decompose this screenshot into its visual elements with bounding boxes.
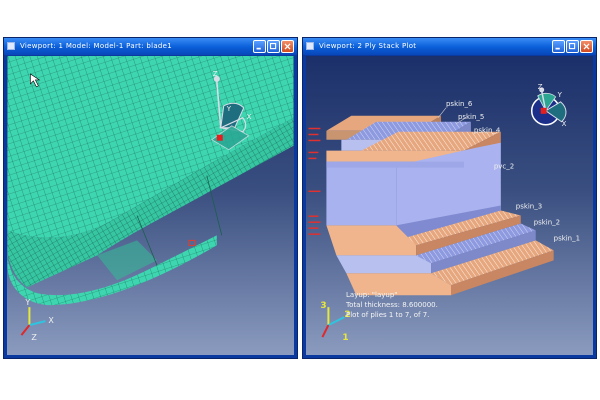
viewport-1-window[interactable]: Viewport: 1 Model: Model-1 Part: blade1: [3, 37, 298, 359]
window-icon[interactable]: [306, 42, 314, 50]
ply-label-pskin_4: pskin_4: [474, 127, 501, 135]
minimize-button[interactable]: [552, 40, 565, 53]
window-icon[interactable]: [7, 42, 15, 50]
close-icon: [583, 43, 590, 50]
ply-label-pskin_5: pskin_5: [458, 113, 484, 121]
ply-label-pvc_2: pvc_2: [494, 163, 514, 171]
plies-plotted: Plot of plies 1 to 7, of 7.: [346, 311, 430, 319]
close-icon: [284, 43, 291, 50]
ply-label-pskin_1: pskin_1: [554, 234, 580, 242]
maximize-icon: [269, 42, 277, 50]
ply-label-pskin_2: pskin_2: [534, 218, 560, 226]
triad-y-label: Y: [24, 298, 30, 307]
csys-y-label: Y: [557, 91, 563, 99]
thickness-marks: [308, 127, 321, 235]
viewport-1-titlebar[interactable]: Viewport: 1 Model: Model-1 Part: blade1: [4, 38, 297, 55]
material-orientation-icon: Z Y X: [530, 83, 567, 128]
viewport-2-title: Viewport: 2 Ply Stack Plot: [319, 42, 417, 50]
ply-label-pskin_3: pskin_3: [516, 202, 542, 210]
minimize-icon: [256, 47, 261, 50]
close-button[interactable]: [580, 40, 593, 53]
selection-marker: [188, 239, 196, 246]
triad-x-label: X: [48, 316, 54, 325]
viewport-2-canvas[interactable]: pskin_6 pskin_5 pskin_4 pvc_2 pskin_3 ps…: [306, 56, 593, 355]
csys-y-label: Y: [226, 105, 232, 113]
csys-x-label: X: [562, 120, 567, 128]
minimize-button[interactable]: [253, 40, 266, 53]
blade-mesh-model[interactable]: Z X Y Y X Z: [7, 56, 294, 355]
close-button[interactable]: [281, 40, 294, 53]
triad-1-label: 1: [342, 333, 348, 343]
maximize-button[interactable]: [566, 40, 579, 53]
triad-z-label: Z: [31, 333, 37, 342]
viewport-1-canvas[interactable]: Z X Y Y X Z: [7, 56, 294, 355]
ply-label-pskin_6: pskin_6: [446, 100, 472, 108]
viewport-1-title: Viewport: 1 Model: Model-1 Part: blade1: [20, 42, 173, 50]
maximize-icon: [568, 42, 576, 50]
csys-x-label: X: [247, 113, 252, 121]
minimize-icon: [555, 47, 560, 50]
total-thickness: Total thickness: 8.600000.: [346, 301, 438, 309]
maximize-button[interactable]: [267, 40, 280, 53]
triad-3-label: 3: [320, 301, 326, 311]
layup-name: Layup: "layup": [346, 291, 398, 299]
csys-z-label: Z: [213, 70, 218, 78]
layup-info: Layup: "layup" Total thickness: 8.600000…: [346, 290, 438, 320]
viewport-2-titlebar[interactable]: Viewport: 2 Ply Stack Plot: [303, 38, 596, 55]
csys-z-label: Z: [538, 83, 543, 91]
viewport-2-window[interactable]: Viewport: 2 Ply Stack Plot pskin_6 pskin…: [302, 37, 597, 359]
